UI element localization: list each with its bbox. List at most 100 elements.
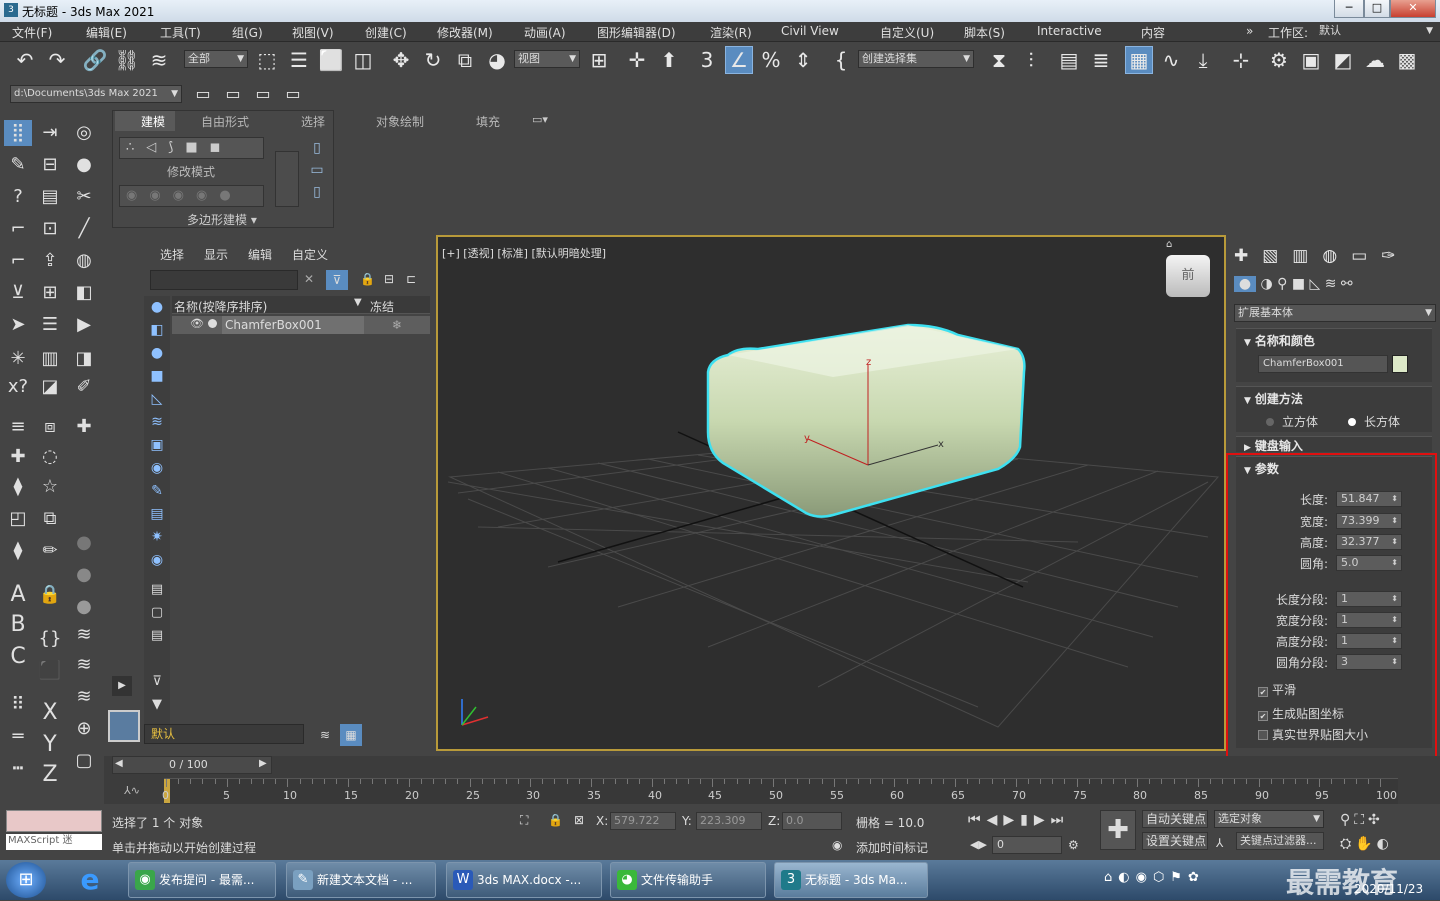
asset-folder-icon[interactable]: ▭ xyxy=(250,81,276,107)
menu-modifiers[interactable]: 修改器(M) xyxy=(437,24,493,41)
select-object-icon[interactable]: ⬚ xyxy=(254,47,280,73)
maxscript-input[interactable]: MAXScript 迷 xyxy=(6,834,102,850)
project-path-dropdown[interactable]: d:\Documents\3ds Max 2021 ▼ xyxy=(10,85,182,103)
shelf-icon[interactable]: ⊡ xyxy=(36,216,64,242)
taskbar-item-notepad[interactable]: ✎ 新建文本文档 - ... xyxy=(286,862,436,898)
visibility-eye-icon[interactable]: 👁 xyxy=(190,317,204,330)
filter-type-icons[interactable]: ● ◧ ● ■ ◺ ≋ ▣ ◉ ✎ ▤ ✷ ◉ xyxy=(144,296,170,572)
key-mode-dropdown[interactable]: 选定对象 ▼ xyxy=(1214,810,1324,828)
radio-cube[interactable]: 立方体 xyxy=(1266,413,1318,430)
text-b-icon[interactable]: B xyxy=(4,612,32,638)
save-tool-icon[interactable]: ◪ xyxy=(36,374,64,400)
ribbon-side-tools[interactable] xyxy=(275,151,299,207)
measure-icon[interactable]: ⌐ xyxy=(4,216,32,242)
move-icon[interactable]: ✥ xyxy=(388,47,414,73)
layers-stack-icon[interactable]: ⧫ xyxy=(4,474,32,500)
menu-create[interactable]: 创建(C) xyxy=(365,24,407,41)
config-folder-icon[interactable]: ▭ xyxy=(280,81,306,107)
star-icon[interactable]: ☆ xyxy=(36,474,64,500)
auto-key-button[interactable]: 自动关键点 xyxy=(1142,810,1208,828)
schematic-view-icon[interactable]: ⊹ xyxy=(1228,47,1254,73)
cube-tool-icon[interactable]: ⬛ xyxy=(36,658,64,684)
clear-search-icon[interactable]: ✕ xyxy=(304,272,314,286)
menu-interactive[interactable]: Interactive xyxy=(1037,24,1102,38)
layer-stack-icon[interactable]: ⧫ xyxy=(4,538,32,564)
play-tool-icon[interactable]: ◧ xyxy=(70,280,98,306)
tab-freeform[interactable]: 自由形式 xyxy=(201,113,249,130)
taskbar-item-word[interactable]: W 3ds MAX.docx -... xyxy=(446,862,602,898)
project-folder-icon[interactable]: ▭ xyxy=(220,81,246,107)
layer-tree-icon[interactable]: ⊏ xyxy=(406,272,416,286)
close-button[interactable]: ✕ xyxy=(1390,0,1436,18)
z-coord-field[interactable]: 0.0 xyxy=(782,812,842,830)
ruler-icon[interactable]: ═ xyxy=(4,724,32,750)
scene-tab-display[interactable]: 显示 xyxy=(204,246,228,263)
rollup-keyboard-header[interactable]: ▶ 键盘输入 xyxy=(1244,437,1303,452)
layer6-icon[interactable]: ⊕ xyxy=(70,716,98,742)
link-icon[interactable]: 🔗 xyxy=(82,47,108,73)
sort-desc-icon[interactable]: ▼ xyxy=(354,297,362,308)
magnet-icon[interactable]: ⊻ xyxy=(4,280,32,306)
angle-snap-icon[interactable]: ∠ xyxy=(725,46,753,74)
select-by-name-icon[interactable]: ☰ xyxy=(286,47,312,73)
menu-view[interactable]: 视图(V) xyxy=(292,24,334,41)
subobject-buttons[interactable]: ∴◁⟆■◼ xyxy=(119,137,264,159)
axis-y-icon[interactable]: Y xyxy=(36,732,64,758)
tab-modeling[interactable]: 建模 xyxy=(141,113,165,130)
select-manipulate-icon[interactable]: ✛ xyxy=(624,47,650,73)
mirror-icon[interactable]: ⧗ xyxy=(986,47,1012,73)
edit-named-sel-icon[interactable]: { xyxy=(828,47,854,73)
taskbar-item-3dsmax[interactable]: 3 无标题 - 3ds Ma... xyxy=(774,862,928,898)
text-c-icon[interactable]: C xyxy=(4,644,32,670)
maxscript-listener[interactable] xyxy=(6,810,102,832)
paint-icon[interactable]: ✂ xyxy=(70,184,98,210)
snap-point-icon[interactable]: ? xyxy=(4,184,32,210)
viewcube-home-icon[interactable]: ⌂ xyxy=(1166,239,1172,250)
unlink-icon[interactable]: ⛓ xyxy=(114,47,140,73)
render-frame-icon[interactable]: ◩ xyxy=(1330,47,1356,73)
grid-a-icon[interactable]: ⠿ xyxy=(4,692,32,718)
next-frame-icon[interactable]: ▶ xyxy=(259,758,267,769)
group-tool-icon[interactable]: ⧈ xyxy=(36,414,64,440)
percent-snap-icon[interactable]: % xyxy=(758,47,784,73)
taskbar-item-wechat[interactable]: ◕ 文件传输助手 xyxy=(610,862,766,898)
taskbar-item-question[interactable]: ◉ 发布提问 - 最需... xyxy=(128,862,276,898)
isolate-icon[interactable]: ⛶ xyxy=(520,813,528,828)
scene-search-input[interactable] xyxy=(150,270,298,290)
frame-ruler[interactable]: 0 5 10 15 20 25 30 35 40 45 50 55 60 65 70 75 80 85 90 95 10… xyxy=(162,778,1398,804)
curve-editor-icon[interactable]: ∿ xyxy=(1158,47,1184,73)
menu-content[interactable]: 内容 xyxy=(1141,24,1165,41)
render-setup-icon[interactable]: ▣ xyxy=(1298,47,1324,73)
set-key-big-icon[interactable]: ✚ xyxy=(1100,810,1136,850)
brush-icon[interactable]: ╱ xyxy=(70,216,98,242)
tape-icon[interactable]: ⌐ xyxy=(4,248,32,274)
redo-icon[interactable]: ↷ xyxy=(44,47,70,73)
layer-list-icon[interactable]: ≡ xyxy=(4,414,32,440)
layer3-icon[interactable]: ≋ xyxy=(70,622,98,648)
selection-lock-icon[interactable]: 🔒 xyxy=(548,813,563,827)
plus-tool-icon[interactable]: ✚ xyxy=(70,414,98,440)
scene-row[interactable]: 👁 ChamferBox001 ❄ xyxy=(172,316,430,334)
lock-selection-icon[interactable]: 🔒 xyxy=(360,272,375,286)
layer-stack-button-icon[interactable]: ≋ xyxy=(320,728,330,742)
shapes-icon[interactable]: ● xyxy=(70,152,98,178)
window-crossing-icon[interactable]: ◫ xyxy=(350,47,376,73)
named-selection-dropdown[interactable]: 创建选择集 ▼ xyxy=(858,50,974,68)
sphere-tool-icon[interactable]: ◍ xyxy=(70,248,98,274)
rotate-icon[interactable]: ↻ xyxy=(420,47,446,73)
upload-icon[interactable]: ⇪ xyxy=(36,248,64,274)
minimize-button[interactable]: ─ xyxy=(1334,0,1364,18)
menu-group[interactable]: 组(G) xyxy=(232,24,263,41)
set-key-button[interactable]: 设置关键点 xyxy=(1142,832,1208,850)
y-coord-field[interactable]: 223.309 xyxy=(696,812,762,830)
viewcube-icon[interactable]: 前 xyxy=(1166,255,1210,297)
viewport-preview-icon[interactable] xyxy=(108,710,140,742)
layer-explorer-icon[interactable]: ▤ xyxy=(1056,47,1082,73)
column-freeze-header[interactable]: 冻结 xyxy=(370,298,394,315)
snaps-toggle-icon[interactable]: 3 xyxy=(694,47,720,73)
radio-box[interactable]: 长方体 xyxy=(1348,413,1400,430)
timer-icon[interactable]: ◨ xyxy=(70,346,98,372)
tab-selection[interactable]: 选择 xyxy=(301,113,325,130)
rollup-name-color-header[interactable]: ▼ 名称和颜色 xyxy=(1244,332,1315,349)
menu-civil-view[interactable]: Civil View xyxy=(781,24,839,38)
